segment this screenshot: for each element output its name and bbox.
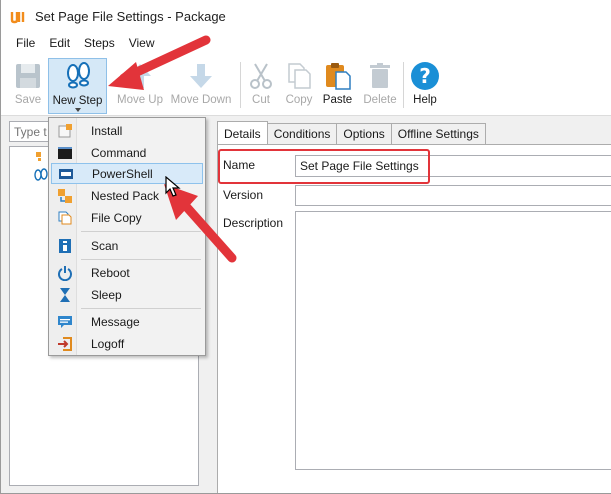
install-icon	[58, 123, 72, 137]
tab-details[interactable]: Details	[217, 121, 268, 144]
install-label: Install	[91, 123, 123, 138]
window-title: Set Page File Settings - Package	[35, 8, 226, 24]
new-step-label: New Step	[52, 95, 103, 107]
help-icon: ?	[411, 62, 439, 90]
delete-button[interactable]: Delete	[361, 58, 399, 114]
menu-item-file-copy[interactable]: File Copy	[51, 207, 203, 228]
powershell-icon	[59, 168, 73, 179]
dropdown-separator	[81, 259, 201, 260]
delete-label: Delete	[363, 94, 397, 106]
scan-icon	[59, 238, 71, 253]
move-up-button[interactable]: Move Up	[115, 58, 165, 114]
message-icon	[58, 315, 72, 328]
menu-item-scan[interactable]: Scan	[51, 235, 203, 256]
save-label: Save	[14, 94, 42, 106]
toolbar: Save New Step Move Up Move Down Cut Copy…	[1, 54, 611, 116]
menu-item-message[interactable]: Message	[51, 311, 203, 332]
dropdown-separator	[81, 308, 201, 309]
description-field[interactable]	[295, 211, 611, 470]
menu-file[interactable]: File	[9, 34, 42, 52]
package-window: Set Page File Settings - Package File Ed…	[0, 0, 611, 494]
paste-button[interactable]: Paste	[320, 58, 355, 114]
save-button[interactable]: Save	[9, 58, 47, 114]
chevron-down-icon	[74, 108, 81, 112]
command-label: Command	[91, 145, 147, 160]
paste-icon	[325, 63, 351, 90]
arrow-down-icon	[190, 64, 212, 88]
toolbar-separator-2	[403, 62, 404, 108]
arrow-up-icon	[129, 64, 151, 88]
menu-bar: File Edit Steps View	[1, 32, 611, 54]
cut-button[interactable]: Cut	[245, 58, 277, 114]
copy-icon	[288, 63, 311, 89]
version-field[interactable]	[295, 185, 611, 206]
description-label: Description	[223, 216, 284, 230]
copy-label: Copy	[285, 94, 313, 106]
nested-package-label: Nested Pack	[91, 188, 160, 203]
powershell-label: PowerShell	[92, 166, 153, 181]
sleep-label: Sleep	[91, 287, 122, 302]
menu-view[interactable]: View	[122, 34, 162, 52]
copy-button[interactable]: Copy	[282, 58, 316, 114]
scan-label: Scan	[91, 238, 119, 253]
details-tab-body: Name Set Page File Settings Version Desc…	[217, 144, 611, 493]
dropdown-separator	[81, 231, 201, 232]
power-icon	[58, 265, 72, 281]
app-logo-icon	[10, 12, 25, 24]
cut-label: Cut	[252, 94, 270, 106]
new-step-button[interactable]: New Step	[48, 58, 107, 114]
save-icon	[16, 64, 40, 88]
paste-label: Paste	[322, 94, 353, 106]
new-step-dropdown: Install Command PowerShell Nested Pack F…	[48, 117, 206, 356]
tab-options[interactable]: Options	[336, 123, 392, 144]
reboot-label: Reboot	[91, 265, 130, 280]
menu-item-sleep[interactable]: Sleep	[51, 284, 203, 305]
nested-package-icon	[58, 188, 72, 203]
file-copy-icon	[58, 211, 72, 224]
move-down-button[interactable]: Move Down	[168, 58, 234, 114]
file-copy-label: File Copy	[91, 210, 142, 225]
name-highlight-annotation	[218, 149, 430, 184]
trash-icon	[370, 63, 390, 88]
move-down-label: Move Down	[170, 94, 232, 106]
message-label: Message	[91, 314, 140, 329]
title-bar: Set Page File Settings - Package	[1, 0, 611, 32]
toolbar-separator	[240, 62, 241, 108]
hourglass-icon	[60, 287, 70, 302]
menu-item-command[interactable]: Command	[51, 142, 203, 163]
scissors-icon	[250, 63, 272, 89]
menu-steps[interactable]: Steps	[77, 34, 122, 52]
tab-offline-settings[interactable]: Offline Settings	[390, 123, 486, 144]
logoff-label: Logoff	[91, 336, 125, 351]
footsteps-icon	[66, 62, 90, 89]
help-button[interactable]: ? Help	[408, 58, 442, 114]
menu-item-install[interactable]: Install	[51, 120, 203, 141]
menu-edit[interactable]: Edit	[42, 34, 77, 52]
version-label: Version	[223, 188, 264, 202]
logoff-icon	[58, 336, 72, 351]
menu-item-logoff[interactable]: Logoff	[51, 333, 203, 354]
details-panel: Details Conditions Options Offline Setti…	[213, 118, 611, 493]
help-label: Help	[413, 94, 437, 106]
tab-conditions[interactable]: Conditions	[266, 123, 338, 144]
tab-strip: Details Conditions Options Offline Setti…	[217, 121, 486, 145]
menu-item-reboot[interactable]: Reboot	[51, 262, 203, 283]
mouse-cursor-icon	[165, 176, 181, 197]
svg-text:?: ?	[419, 64, 431, 88]
command-icon	[58, 146, 72, 159]
move-up-label: Move Up	[116, 94, 164, 106]
